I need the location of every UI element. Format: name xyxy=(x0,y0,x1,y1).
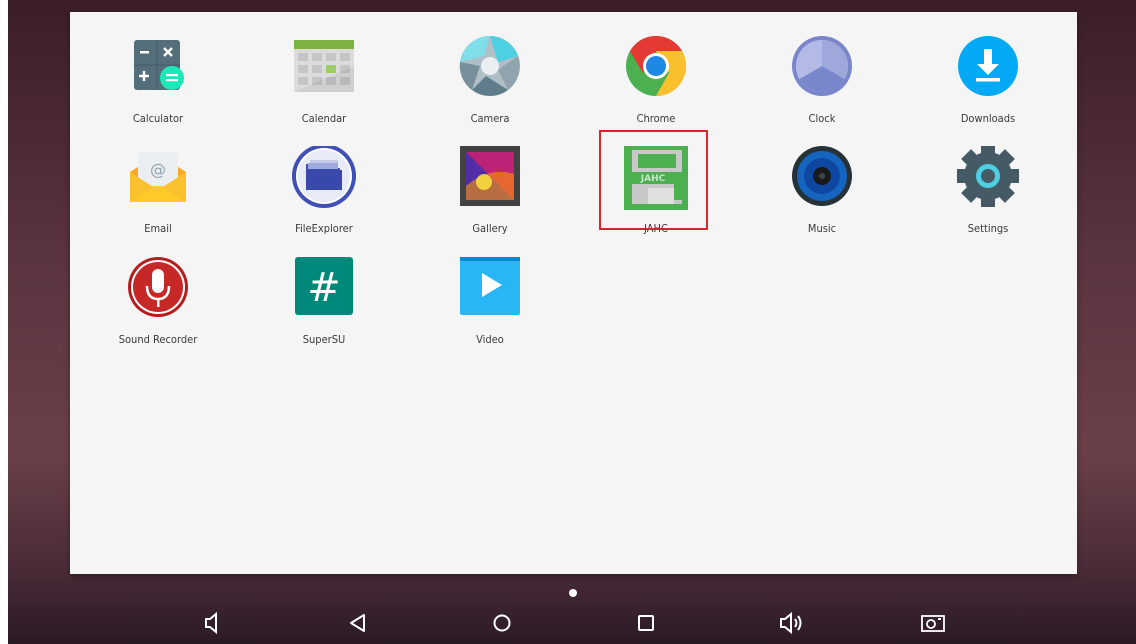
chrome-icon xyxy=(624,35,688,100)
supersu-icon: # xyxy=(292,257,356,321)
app-camera[interactable]: Camera xyxy=(407,35,573,146)
svg-text:#: # xyxy=(307,265,341,311)
calculator-icon xyxy=(126,36,190,100)
app-label: FileExplorer xyxy=(295,222,353,235)
music-icon xyxy=(790,146,854,210)
app-label: Calendar xyxy=(301,112,347,125)
calendar-icon xyxy=(292,36,356,100)
app-label: Sound Recorder xyxy=(118,333,198,346)
gallery-icon xyxy=(458,146,522,210)
app-sound-recorder[interactable]: Sound Recorder xyxy=(75,257,241,367)
home-icon[interactable] xyxy=(487,608,517,638)
navigation-bar xyxy=(0,598,1136,644)
sound-recorder-icon xyxy=(126,257,190,321)
app-label: SuperSU xyxy=(302,333,346,346)
app-label: Settings xyxy=(967,222,1009,235)
app-clock[interactable]: Clock xyxy=(739,36,905,146)
email-icon: @ xyxy=(126,146,190,210)
video-icon xyxy=(458,253,522,321)
app-file-explorer[interactable]: FileExplorer xyxy=(241,144,407,256)
app-label: Video xyxy=(476,333,504,346)
downloads-icon xyxy=(956,36,1020,100)
app-label: Email xyxy=(144,222,172,235)
volume-up-icon[interactable] xyxy=(776,608,806,638)
svg-text:@: @ xyxy=(150,160,166,179)
clock-icon xyxy=(790,36,854,100)
app-downloads[interactable]: Downloads xyxy=(905,36,1071,146)
page-indicator-dot xyxy=(569,589,577,597)
app-label: Music xyxy=(807,222,837,235)
app-email[interactable]: @ Email xyxy=(75,146,241,256)
back-icon[interactable] xyxy=(343,608,373,638)
volume-down-icon[interactable] xyxy=(198,608,228,638)
app-gallery[interactable]: Gallery xyxy=(407,146,573,256)
app-music[interactable]: Music xyxy=(739,146,905,256)
screenshot-icon[interactable] xyxy=(918,608,948,638)
app-drawer: Calculator Calendar Camera Chrome Clock … xyxy=(70,12,1077,574)
app-label: Camera xyxy=(470,112,510,125)
camera-icon xyxy=(458,35,522,100)
app-settings[interactable]: Settings xyxy=(905,145,1071,256)
app-label: Clock xyxy=(808,112,836,125)
app-label: Downloads xyxy=(960,112,1016,125)
screen-edge xyxy=(0,0,8,644)
app-supersu[interactable]: # SuperSU xyxy=(241,257,407,367)
app-label: Calculator xyxy=(132,112,184,125)
app-calculator[interactable]: Calculator xyxy=(75,36,241,146)
settings-icon xyxy=(956,145,1020,210)
recents-icon[interactable] xyxy=(631,608,661,638)
app-video[interactable]: Video xyxy=(407,253,573,367)
app-label: Gallery xyxy=(472,222,508,235)
selection-highlight xyxy=(599,130,708,230)
file-explorer-icon xyxy=(292,144,356,210)
app-calendar[interactable]: Calendar xyxy=(241,36,407,146)
app-label: Chrome xyxy=(636,112,676,125)
